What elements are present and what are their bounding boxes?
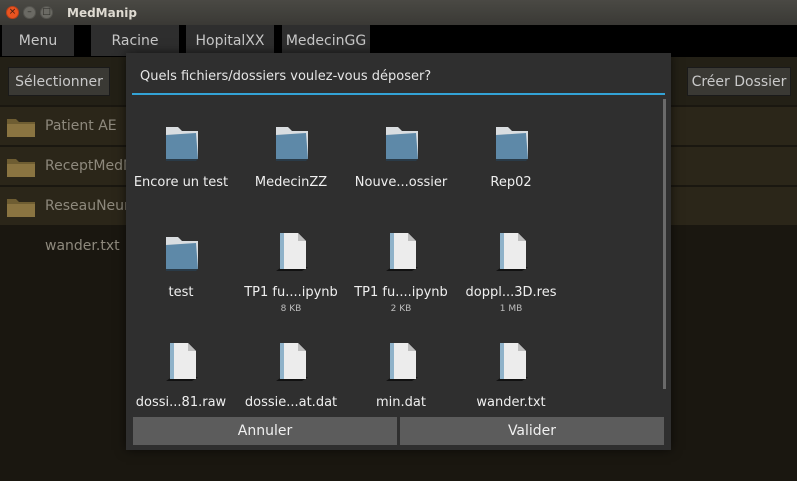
file-icon (496, 233, 528, 271)
close-window-button[interactable]: × (6, 6, 19, 19)
grid-item[interactable]: Encore un test (126, 99, 236, 209)
folder-icon (496, 127, 528, 161)
grid-item[interactable]: wander.txt (456, 319, 566, 411)
folder-icon (166, 127, 198, 161)
list-item-label: ReseauNeur (45, 198, 130, 214)
grid-item-name: dossie...at.dat (244, 395, 338, 410)
breadcrumb-medecingg[interactable]: MedecinGG (282, 25, 370, 56)
grid-item[interactable]: test (126, 209, 236, 319)
grid-item-name: dossi...81.raw (135, 395, 227, 410)
grid-item-size: 2 KB (390, 304, 412, 314)
grid-item[interactable]: MedecinZZ (236, 99, 346, 209)
folder-icon (7, 199, 35, 217)
grid-item-name: doppl...3D.res (465, 285, 557, 300)
file-icon (276, 343, 308, 381)
app-title: MedManip (67, 5, 137, 20)
file-icon (496, 343, 528, 381)
grid-item-name: Nouve...ossier (354, 175, 448, 190)
breadcrumb-hopitalxx[interactable]: HopitalXX (186, 25, 274, 56)
grid-item[interactable]: TP1 fu....ipynb 8 KB (236, 209, 346, 319)
grid-item[interactable]: dossie...at.dat (236, 319, 346, 411)
grid-item[interactable]: doppl...3D.res 1 MB (456, 209, 566, 319)
folder-icon (166, 237, 198, 271)
grid-item-name: MedecinZZ (254, 175, 328, 190)
minimize-window-button[interactable]: – (23, 6, 36, 19)
file-icon (386, 233, 418, 271)
title-bar: × – □ MedManip (0, 0, 797, 25)
maximize-window-button[interactable]: □ (40, 6, 53, 19)
dialog-divider (132, 93, 665, 95)
grid-item[interactable]: Nouve...ossier (346, 99, 456, 209)
grid-item-name: TP1 fu....ipynb (354, 285, 448, 300)
file-icon (276, 233, 308, 271)
menu-button[interactable]: Menu (2, 25, 74, 56)
grid-item-name: TP1 fu....ipynb (244, 285, 338, 300)
folder-icon (7, 119, 35, 137)
grid-item[interactable]: Rep02 (456, 99, 566, 209)
upload-dialog: Quels fichiers/dossiers voulez-vous dépo… (126, 53, 671, 450)
grid-item-size: 8 KB (280, 304, 302, 314)
grid-item-name: Rep02 (490, 175, 532, 190)
grid-item-name: test (168, 285, 194, 300)
dialog-scrollbar[interactable] (663, 99, 666, 389)
file-grid: Encore un test MedecinZZ Nouve...ossier (126, 99, 666, 411)
file-icon (166, 343, 198, 381)
folder-icon (386, 127, 418, 161)
list-item-label: Patient AE (45, 118, 117, 134)
dialog-title: Quels fichiers/dossiers voulez-vous dépo… (140, 69, 432, 84)
grid-item[interactable]: dossi...81.raw (126, 319, 236, 411)
grid-item-name: min.dat (376, 395, 426, 410)
select-button[interactable]: Sélectionner (8, 67, 110, 96)
file-icon (386, 343, 418, 381)
grid-item-name: Encore un test (133, 175, 229, 190)
grid-item-name: wander.txt (476, 395, 546, 410)
breadcrumb-racine[interactable]: Racine (91, 25, 179, 56)
list-item-label: wander.txt (45, 238, 120, 254)
grid-item-size: 1 MB (499, 304, 523, 314)
create-folder-button[interactable]: Créer Dossier (687, 67, 791, 96)
confirm-button[interactable]: Valider (400, 417, 664, 445)
folder-icon (7, 159, 35, 177)
grid-item[interactable]: min.dat (346, 319, 456, 411)
folder-icon (276, 127, 308, 161)
list-item-label: ReceptMedN (45, 158, 134, 174)
grid-item[interactable]: TP1 fu....ipynb 2 KB (346, 209, 456, 319)
cancel-button[interactable]: Annuler (133, 417, 397, 445)
